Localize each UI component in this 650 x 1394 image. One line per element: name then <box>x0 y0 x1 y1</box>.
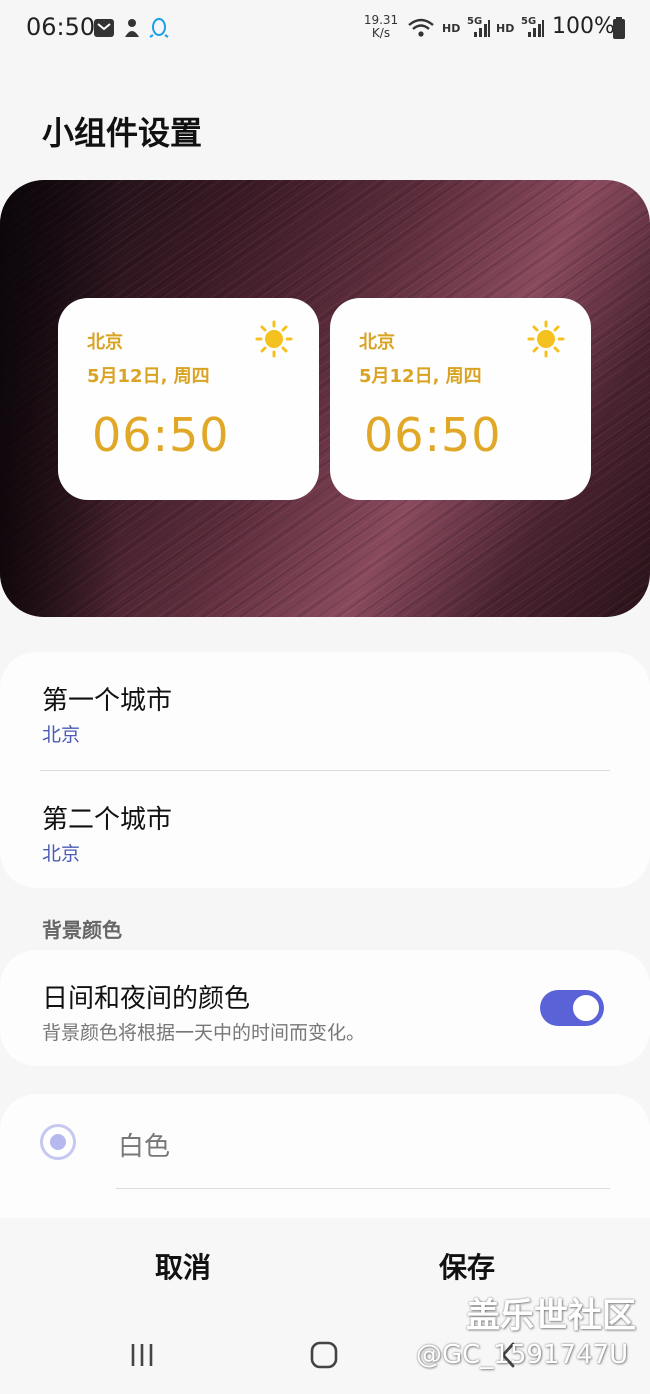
widget-preview-card: 北京 5月12日, 周四 06:50 <box>330 298 591 500</box>
signal-icon <box>526 16 546 40</box>
wifi-icon <box>406 16 436 40</box>
status-bar: 06:50 19.31 K/s HD 5G HD 5G 100% <box>0 0 650 56</box>
first-city-row[interactable]: 第一个城市 北京 <box>0 652 650 770</box>
cancel-button[interactable]: 取消 <box>155 1246 211 1286</box>
widget-city: 北京 <box>87 332 123 353</box>
first-city-title: 第一个城市 <box>42 686 173 716</box>
sun-icon <box>527 320 565 358</box>
app-notification-icon <box>121 16 143 40</box>
widget-time: 06:50 <box>92 408 230 462</box>
widget-date: 5月12日, 周四 <box>87 366 210 387</box>
second-city-row[interactable]: 第二个城市 北京 <box>0 771 650 888</box>
qq-icon <box>148 16 170 40</box>
cities-card: 第一个城市 北京 第二个城市 北京 <box>0 652 650 888</box>
widget-city: 北京 <box>359 332 395 353</box>
network-speed: 19.31 K/s <box>363 14 399 40</box>
home-icon[interactable] <box>304 1338 344 1372</box>
page-title: 小组件设置 <box>42 114 203 152</box>
status-time: 06:50 <box>26 13 96 41</box>
hd-badge-2: HD <box>496 22 515 35</box>
battery-percent: 100% <box>552 14 615 39</box>
widget-preview-card: 北京 5月12日, 周四 06:50 <box>58 298 319 500</box>
second-city-value: 北京 <box>42 843 81 865</box>
network-speed-unit: K/s <box>371 26 391 40</box>
mail-icon <box>93 16 115 40</box>
sun-icon <box>255 320 293 358</box>
widget-preview: 北京 5月12日, 周四 06:50 北京 5月12日, 周四 06:50 <box>0 180 650 617</box>
second-city-title: 第二个城市 <box>42 805 173 835</box>
white-color-label[interactable]: 白色 <box>118 1126 170 1163</box>
toggle-knob <box>571 993 601 1023</box>
recents-icon[interactable] <box>122 1338 162 1372</box>
hd-badge-1: HD <box>442 22 461 35</box>
signal-icon <box>472 16 492 40</box>
radio-selected-dot <box>50 1134 66 1150</box>
background-section-label: 背景颜色 <box>42 918 122 942</box>
widget-settings-screen: 06:50 19.31 K/s HD 5G HD 5G 100% 小组件设置 北… <box>0 0 650 1394</box>
widget-date: 5月12日, 周四 <box>359 366 482 387</box>
white-color-radio[interactable] <box>40 1124 76 1160</box>
watermark-brand: 盖乐世社区 <box>466 1296 636 1336</box>
save-button[interactable]: 保存 <box>439 1246 495 1286</box>
battery-icon <box>612 16 626 40</box>
day-night-description: 背景颜色将根据一天中的时间而变化。 <box>42 1022 366 1044</box>
widget-time: 06:50 <box>364 408 502 462</box>
watermark-handle: @GC_1591747U <box>416 1340 629 1370</box>
first-city-value: 北京 <box>42 724 81 746</box>
divider <box>116 1188 610 1189</box>
day-night-toggle[interactable] <box>540 990 604 1026</box>
day-night-title: 日间和夜间的颜色 <box>42 984 251 1014</box>
